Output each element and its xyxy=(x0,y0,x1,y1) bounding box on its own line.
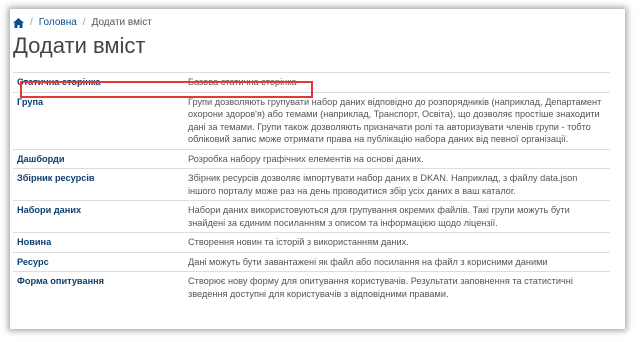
breadcrumb-current: Додати вміст xyxy=(91,17,152,28)
home-icon[interactable] xyxy=(13,17,24,28)
list-item: Новина Створення новин та історій з викор… xyxy=(13,232,610,252)
content-type-link[interactable]: Група xyxy=(13,91,184,149)
content-type-description: Набори даних використовуються для групув… xyxy=(184,200,610,233)
breadcrumb-separator: / xyxy=(30,17,33,28)
content-type-description: Групи дозволяють групувати набор даних в… xyxy=(184,91,610,149)
content-type-link[interactable]: Набори даних xyxy=(13,200,184,233)
content-type-list: Статична сторінка Базова статична сторінк… xyxy=(13,72,610,303)
list-item: Статична сторінка Базова статична сторінк… xyxy=(13,72,610,92)
content-type-link[interactable]: Дашборди xyxy=(13,148,184,169)
content-type-description: Базова статична сторінка xyxy=(184,72,610,92)
list-item: Набори даних Набори даних використовуютьс… xyxy=(13,200,610,233)
breadcrumb-separator: / xyxy=(82,17,86,28)
list-item: Збірник ресурсів Збірник ресурсів дозволя… xyxy=(13,168,610,201)
content-type-link[interactable]: Ресурс xyxy=(13,251,184,272)
content-type-link[interactable]: Збірник ресурсів xyxy=(13,168,184,201)
content-type-link[interactable]: Форма опитування xyxy=(13,271,184,303)
content-type-description: Розробка набору графічних елементів на о… xyxy=(184,148,610,169)
page-title: Додати вміст xyxy=(13,33,146,58)
list-item: Ресурс Дані можуть бути завантажені як фа… xyxy=(13,251,610,272)
content-type-link[interactable]: Статична сторінка xyxy=(13,72,184,92)
content-type-description: Створення новин та історій з використанн… xyxy=(184,232,610,252)
breadcrumb: / Головна / Додати вміст xyxy=(13,17,152,28)
content-type-description: Збірник ресурсів дозволяє імпортувати на… xyxy=(184,168,610,201)
content-type-description: Дані можуть бути завантажені як файл або… xyxy=(184,251,610,272)
content-type-description: Створює нову форму для опитування корист… xyxy=(184,271,610,303)
list-item: Дашборди Розробка набору графічних елемен… xyxy=(13,148,610,169)
breadcrumb-home-link[interactable]: Головна xyxy=(39,17,77,28)
list-item: Група Групи дозволяють групувати набор да… xyxy=(13,91,610,149)
list-item: Форма опитування Створює нову форму для о… xyxy=(13,271,610,303)
content-type-link[interactable]: Новина xyxy=(13,232,184,252)
